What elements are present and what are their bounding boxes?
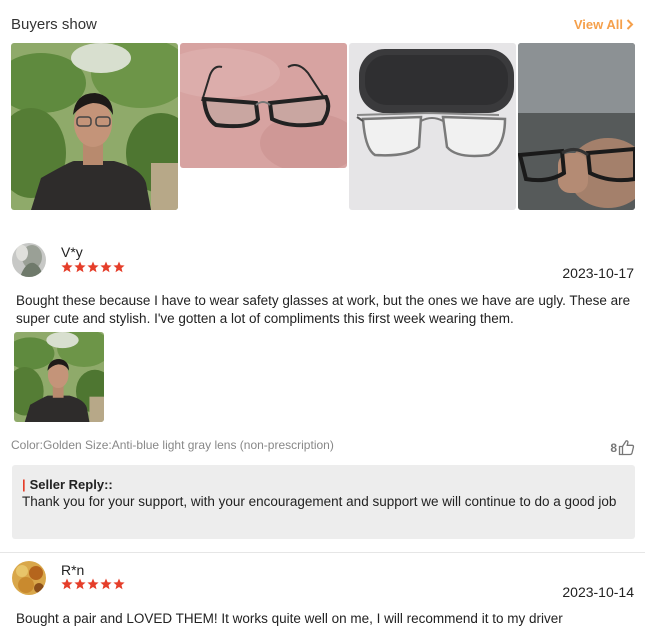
- seller-reply: | Seller Reply:: Thank you for your supp…: [12, 465, 635, 539]
- star-rating: [61, 578, 125, 590]
- star-icon: [61, 578, 73, 590]
- review-divider: [0, 552, 645, 553]
- avatar: [12, 561, 46, 595]
- view-all-link[interactable]: View All: [574, 17, 634, 32]
- seller-reply-heading: Seller Reply::: [29, 477, 113, 492]
- star-icon: [113, 261, 125, 273]
- review-date: 2023-10-17: [562, 265, 634, 281]
- glasses-in-hand-photo: [518, 43, 635, 210]
- star-icon: [74, 261, 86, 273]
- thumbs-up-icon: [618, 440, 635, 456]
- glasses-on-fabric-photo: [180, 43, 347, 168]
- star-rating: [61, 261, 125, 273]
- star-icon: [100, 578, 112, 590]
- buyer-photo-4[interactable]: [518, 43, 635, 210]
- accent-bar: |: [22, 477, 26, 492]
- avatar: [12, 243, 46, 277]
- buyers-show-header: Buyers show View All: [11, 14, 634, 36]
- review-photo[interactable]: [14, 332, 104, 422]
- review-text: Bought these because I have to wear safe…: [16, 293, 631, 326]
- star-icon: [87, 261, 99, 273]
- avatar-image: [12, 561, 46, 595]
- review-text: Bought a pair and LOVED THEM! It works q…: [16, 611, 563, 626]
- star-icon: [61, 261, 73, 273]
- seller-reply-text: Thank you for your support, with your en…: [22, 494, 617, 509]
- like-button[interactable]: 8: [610, 439, 635, 456]
- buyer-photo-3[interactable]: [349, 43, 516, 210]
- seller-reply-title: | Seller Reply::: [22, 477, 625, 492]
- star-icon: [87, 578, 99, 590]
- review-date: 2023-10-14: [562, 584, 634, 600]
- like-count: 8: [610, 440, 617, 455]
- man-outdoors-photo: [11, 43, 178, 210]
- star-icon: [100, 261, 112, 273]
- reviewer-name: R*n: [61, 562, 85, 578]
- section-title: Buyers show: [11, 16, 97, 33]
- glasses-with-case-photo: [349, 43, 516, 210]
- buyer-photo-gallery: [11, 43, 635, 210]
- buyer-photo-1[interactable]: [11, 43, 178, 210]
- star-icon: [74, 578, 86, 590]
- buyer-photo-2[interactable]: [180, 43, 347, 168]
- reviewer-name: V*y: [61, 244, 83, 260]
- view-all-label: View All: [573, 17, 623, 32]
- star-icon: [113, 578, 125, 590]
- chevron-right-icon: [626, 19, 634, 30]
- review-photo-image: [14, 332, 104, 422]
- avatar-image: [12, 243, 46, 277]
- product-variant: Color:Golden Size:Anti-blue light gray l…: [11, 438, 334, 452]
